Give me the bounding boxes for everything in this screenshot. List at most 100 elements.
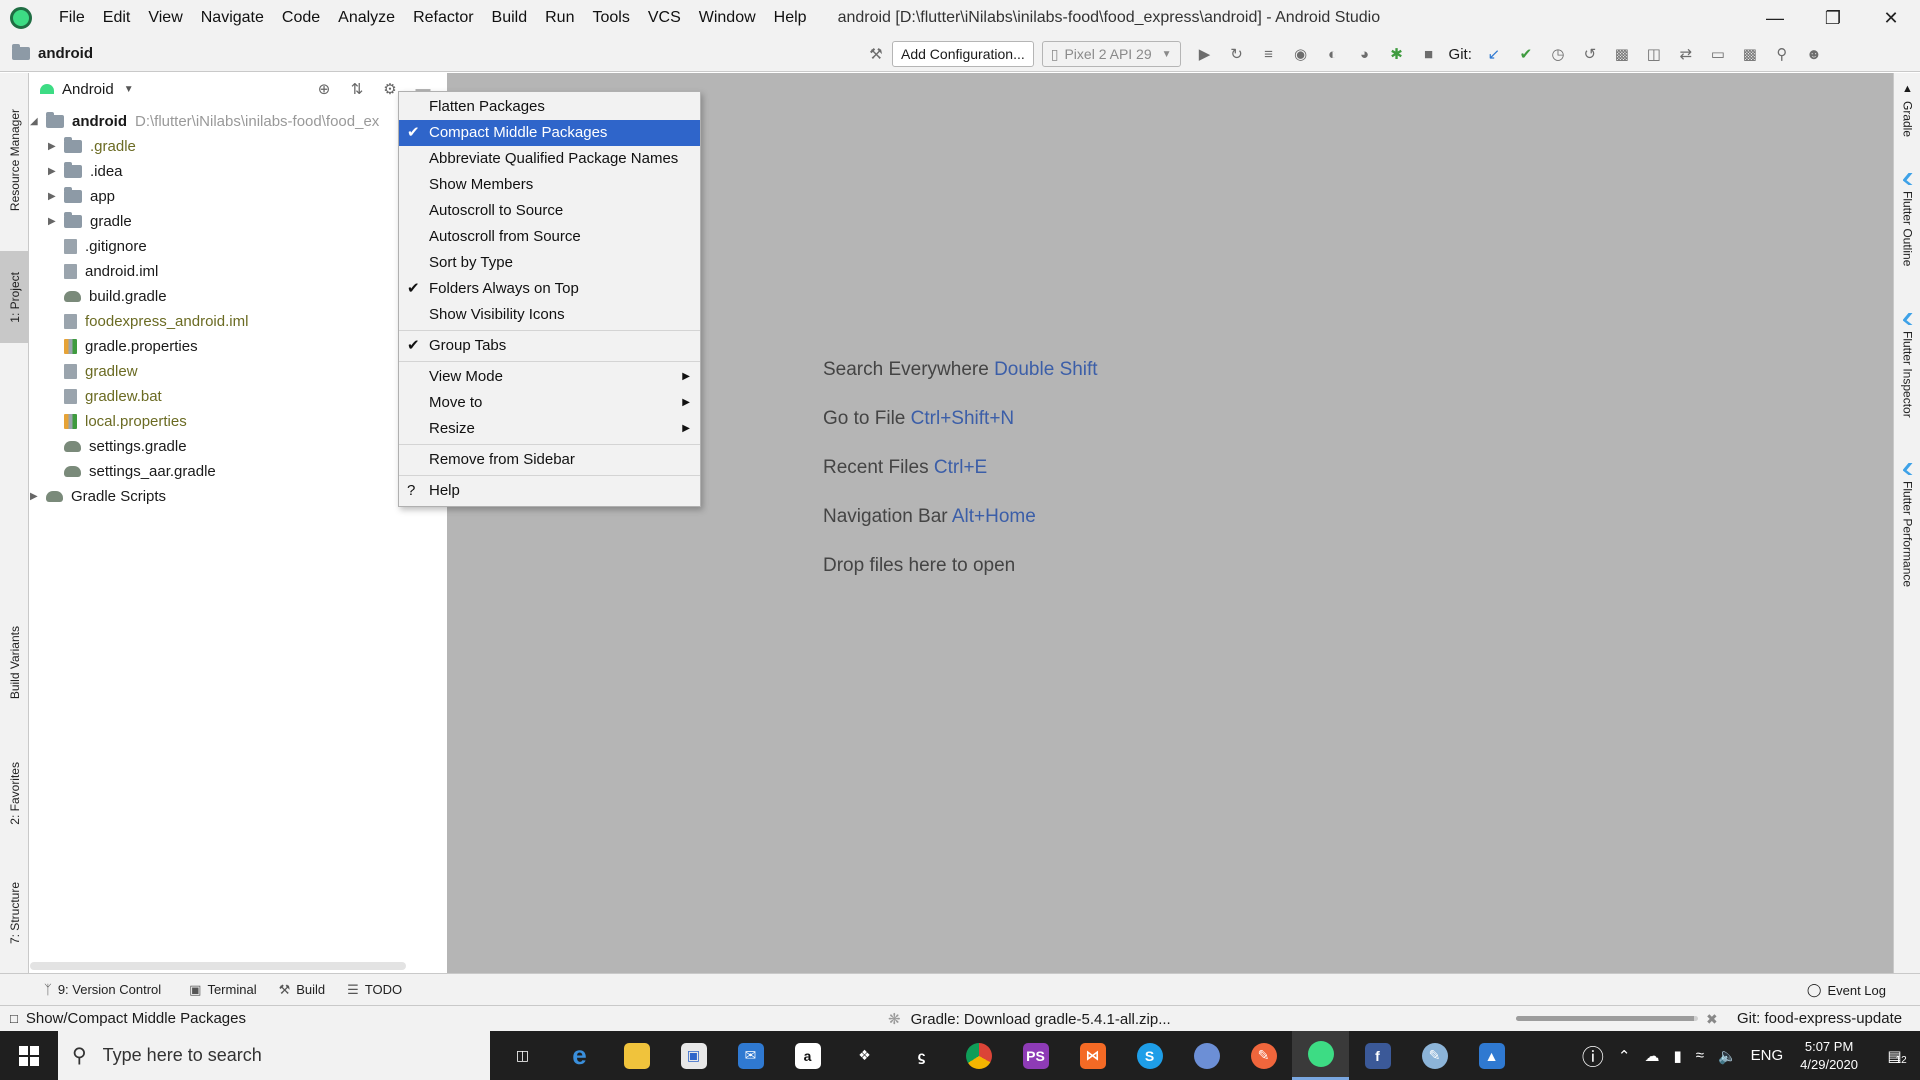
tree-item[interactable]: ▶ .gradle (48, 134, 136, 159)
menu-item[interactable]: Move to ▶ (399, 390, 700, 416)
tree-item[interactable]: foodexpress_android.iml (48, 309, 248, 334)
sync-gradle-icon[interactable]: ⇄ (1676, 44, 1696, 64)
help-icon[interactable]: ⓘ (1582, 1040, 1604, 1072)
tree-gradle-scripts[interactable]: ▶ Gradle Scripts (30, 484, 166, 509)
tab-structure[interactable]: 7: Structure (0, 863, 29, 963)
debug-icon[interactable]: ◉ (1291, 44, 1311, 64)
project-view-selector[interactable]: Android ▼ (40, 81, 134, 98)
tab-flutter-performance[interactable]: Flutter Performance (1894, 463, 1920, 587)
tab-flutter-outline[interactable]: Flutter Outline (1894, 173, 1920, 266)
menu-item[interactable]: Remove from Sidebar (399, 447, 700, 473)
paint-app[interactable]: ✎ (1406, 1031, 1463, 1080)
menu-item[interactable]: Autoscroll from Source (399, 224, 700, 250)
version-control-tab[interactable]: ᛉ 9: Version Control (44, 982, 161, 997)
menu-navigate[interactable]: Navigate (192, 0, 273, 36)
tree-item[interactable]: ▶ app (48, 184, 115, 209)
taskbar-search[interactable]: ⚲ Type here to search (58, 1031, 490, 1080)
menu-view[interactable]: View (139, 0, 191, 36)
battery-icon[interactable]: ▮ (1673, 1047, 1681, 1065)
stop-icon[interactable]: ■ (1419, 44, 1439, 64)
menu-item[interactable]: View Mode ▶ (399, 364, 700, 390)
breadcrumb[interactable]: android (12, 44, 93, 62)
avd-manager-icon[interactable]: ◫ (1644, 44, 1664, 64)
build-tab[interactable]: ⚒ Build (279, 982, 326, 998)
tree-item[interactable]: gradlew (48, 359, 138, 384)
cloud-icon[interactable]: ☁ (1644, 1047, 1659, 1065)
project-structure-icon[interactable]: ▩ (1612, 44, 1632, 64)
git-rollback-icon[interactable]: ↺ (1580, 44, 1600, 64)
chromium-app[interactable] (1178, 1031, 1235, 1080)
apply-code-changes-icon[interactable]: ≡ (1259, 44, 1279, 64)
coverage-icon[interactable]: ◐ (1323, 44, 1343, 64)
tree-root[interactable]: ◢ android D:\flutter\iNilabs\inilabs-foo… (30, 109, 379, 134)
menu-item[interactable]: Autoscroll to Source (399, 198, 700, 224)
edge-app[interactable]: e (551, 1031, 608, 1080)
menu-item[interactable]: Show Members (399, 172, 700, 198)
git-branch-widget[interactable]: Git: food-express-update (1737, 1006, 1902, 1032)
menu-window[interactable]: Window (690, 0, 765, 36)
gear-icon[interactable]: ⚙ (380, 79, 400, 99)
volume-icon[interactable]: 🔈 (1718, 1047, 1737, 1065)
user-icon[interactable]: ☻ (1804, 44, 1824, 64)
menu-item[interactable]: Show Visibility Icons (399, 302, 700, 328)
menu-edit[interactable]: Edit (94, 0, 140, 36)
tree-item[interactable]: gradle.properties (48, 334, 198, 359)
tree-item[interactable]: .gitignore (48, 234, 147, 259)
language-indicator[interactable]: ENG (1751, 1047, 1784, 1064)
start-button[interactable] (0, 1031, 58, 1080)
device-selector[interactable]: ▯ Pixel 2 API 29 ▼ (1041, 41, 1181, 67)
photos-app[interactable]: ▲ (1463, 1031, 1520, 1080)
android-studio-app[interactable] (1292, 1031, 1349, 1080)
menu-item[interactable]: ✔ Folders Always on Top (399, 276, 700, 302)
menu-analyze[interactable]: Analyze (329, 0, 404, 36)
layout-toggle-icon[interactable]: □ (10, 1011, 18, 1026)
facebook-app[interactable]: f (1349, 1031, 1406, 1080)
apply-changes-icon[interactable]: ↻ (1227, 44, 1247, 64)
tree-item[interactable]: settings_aar.gradle (48, 459, 216, 484)
menu-vcs[interactable]: VCS (639, 0, 690, 36)
close-button[interactable]: ✕ (1862, 0, 1920, 36)
file-explorer-app[interactable] (608, 1031, 665, 1080)
horizontal-scrollbar[interactable] (30, 962, 406, 970)
git-commit-icon[interactable]: ✔ (1516, 44, 1536, 64)
menu-file[interactable]: File (50, 0, 94, 36)
menu-item[interactable]: ✔ Group Tabs (399, 333, 700, 359)
menu-build[interactable]: Build (483, 0, 537, 36)
tree-item[interactable]: ▶ gradle (48, 209, 132, 234)
run-icon[interactable]: ▶ (1195, 44, 1215, 64)
tree-item[interactable]: ▶ .idea (48, 159, 123, 184)
menu-tools[interactable]: Tools (583, 0, 638, 36)
menu-refactor[interactable]: Refactor (404, 0, 482, 36)
chrome-app[interactable] (950, 1031, 1007, 1080)
tab-project[interactable]: 1: Project (0, 251, 29, 343)
profile-icon[interactable]: ◕ (1355, 44, 1375, 64)
menu-item[interactable]: Resize ▶ (399, 416, 700, 442)
tree-item[interactable]: settings.gradle (48, 434, 187, 459)
sdk-manager-icon[interactable]: ▩ (1740, 44, 1760, 64)
add-configuration-button[interactable]: Add Configuration... (892, 41, 1034, 67)
brush-app[interactable]: ✎ (1235, 1031, 1292, 1080)
tree-item[interactable]: android.iml (48, 259, 158, 284)
menu-code[interactable]: Code (273, 0, 329, 36)
minimize-button[interactable]: — (1746, 0, 1804, 36)
tab-resource-manager[interactable]: Resource Manager (0, 85, 29, 235)
notification-center-button[interactable]: ▤ 12 (1874, 1031, 1920, 1080)
wifi-icon[interactable]: ≈ (1696, 1047, 1704, 1064)
xampp-app[interactable]: ⋈ (1064, 1031, 1121, 1080)
tree-item[interactable]: gradlew.bat (48, 384, 162, 409)
locate-icon[interactable]: ⊕ (314, 79, 334, 99)
task-view-button[interactable]: ◫ (494, 1031, 551, 1080)
terminal-tab[interactable]: ▣ Terminal (189, 982, 256, 998)
restore-button[interactable]: ❐ (1804, 0, 1862, 36)
git-history-icon[interactable]: ◷ (1548, 44, 1568, 64)
event-log-tab[interactable]: ◯ Event Log (1807, 974, 1886, 1006)
menu-item[interactable]: Flatten Packages (399, 94, 700, 120)
search-icon[interactable]: ⚲ (1772, 44, 1792, 64)
collapse-all-icon[interactable]: ⇅ (347, 79, 367, 99)
tab-build-variants[interactable]: Build Variants (0, 613, 29, 713)
clock[interactable]: 5:07 PM 4/29/2020 (1800, 1038, 1858, 1074)
todo-tab[interactable]: ☰ TODO (347, 982, 402, 998)
menu-item[interactable]: Abbreviate Qualified Package Names (399, 146, 700, 172)
hammer-icon[interactable]: ⚒ (866, 44, 886, 64)
menu-item[interactable]: ? Help (399, 478, 700, 504)
